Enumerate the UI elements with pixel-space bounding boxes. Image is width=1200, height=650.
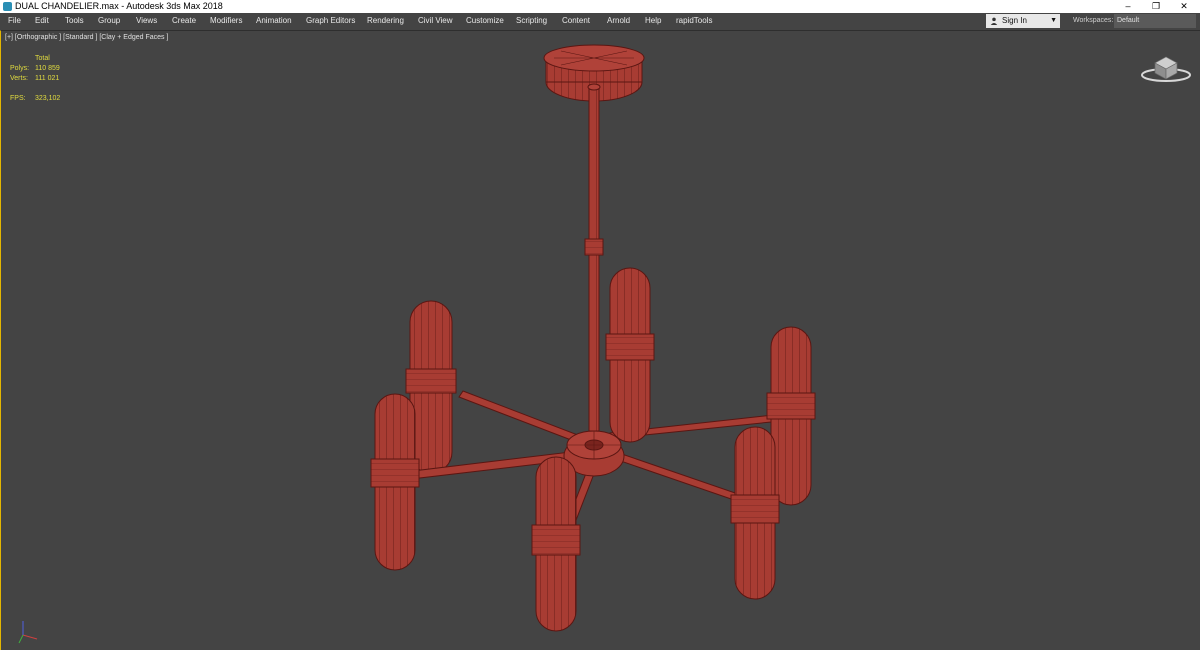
menu-scripting[interactable]: Scripting [516,13,547,29]
down-rod [584,83,604,432]
menu-edit[interactable]: Edit [35,13,49,29]
menu-file[interactable]: File [8,13,21,29]
chandelier-model[interactable] [1,31,1200,650]
workspaces-value: Default [1117,17,1140,24]
chevron-down-icon: ▼ [1050,17,1057,24]
lamp-front-right [730,426,780,600]
sign-in-label: Sign In [1002,16,1027,25]
menu-group[interactable]: Group [98,13,120,29]
minimize-button[interactable]: – [1114,0,1142,13]
sign-in-dropdown[interactable]: Sign In ▼ [986,14,1060,28]
close-button[interactable]: ✕ [1170,0,1198,13]
menu-content[interactable]: Content [562,13,590,29]
menu-arnold[interactable]: Arnold [607,13,630,29]
menu-help[interactable]: Help [645,13,661,29]
workspaces-label: Workspaces: [1073,17,1114,24]
window-title: DUAL CHANDELIER.max - Autodesk 3ds Max 2… [15,1,223,11]
lamp-back-center [605,267,655,443]
menu-animation[interactable]: Animation [256,13,292,29]
menu-tools[interactable]: Tools [65,13,84,29]
lamp-front-center [531,456,581,632]
user-icon [990,17,998,25]
menu-graph-editors[interactable]: Graph Editors [306,13,355,29]
menu-customize[interactable]: Customize [466,13,504,29]
restore-button[interactable]: ❐ [1142,0,1170,13]
menu-rapidtools[interactable]: rapidTools [676,13,712,29]
menu-civil-view[interactable]: Civil View [418,13,453,29]
perspective-viewport[interactable]: [+] [Orthographic ] [Standard ] [Clay + … [0,30,1200,650]
workspaces-select[interactable]: Default [1114,14,1196,28]
menu-views[interactable]: Views [136,13,157,29]
menu-modifiers[interactable]: Modifiers [210,13,242,29]
lamp-front-left [370,393,420,571]
title-bar: DUAL CHANDELIER.max - Autodesk 3ds Max 2… [0,0,1200,13]
menu-create[interactable]: Create [172,13,196,29]
menu-rendering[interactable]: Rendering [367,13,404,29]
app-icon [3,2,12,11]
